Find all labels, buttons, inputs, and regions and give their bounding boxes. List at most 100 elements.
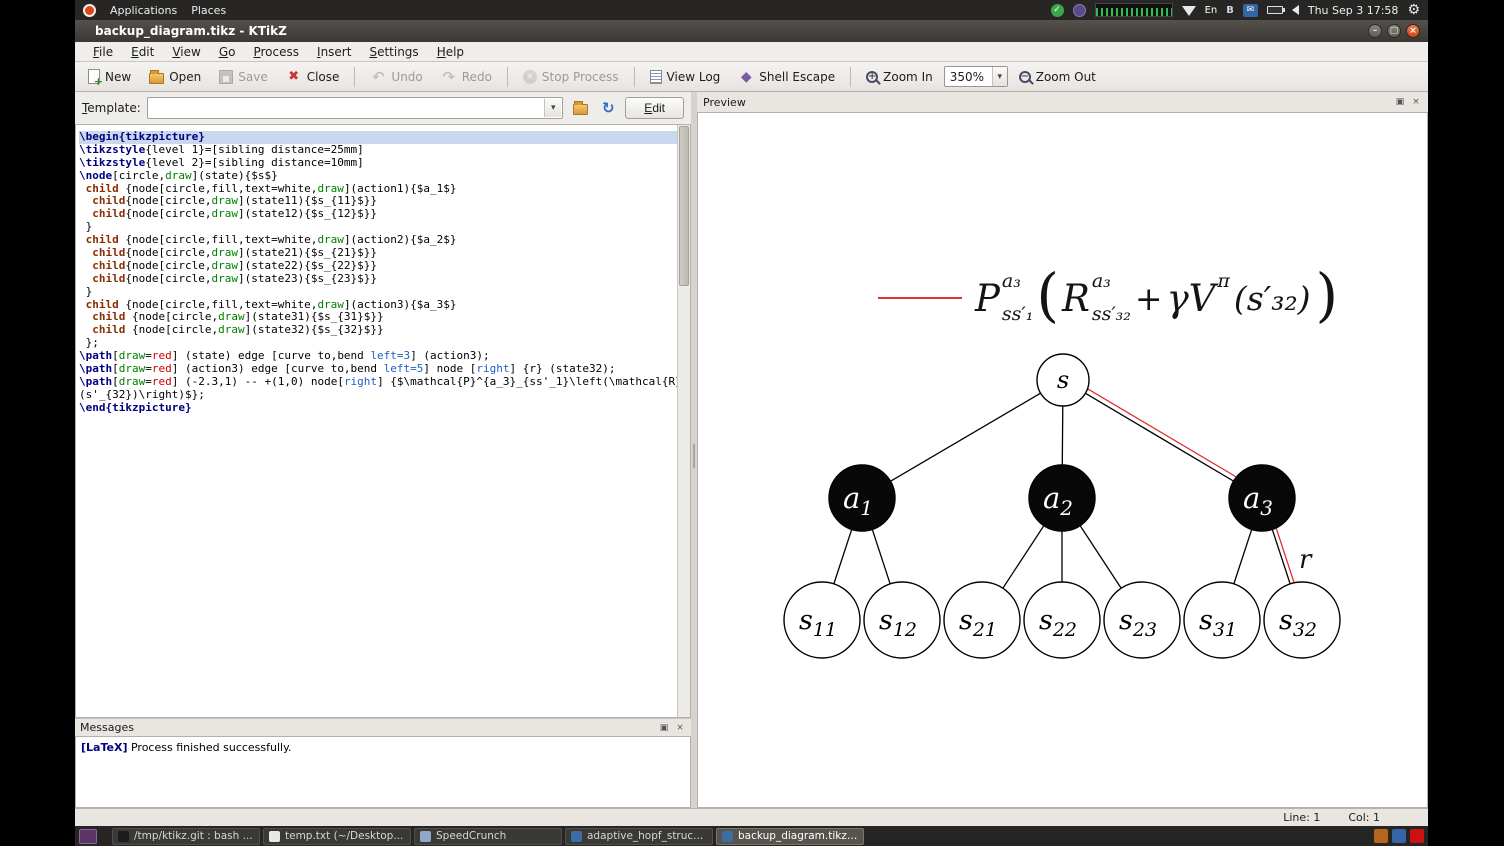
code-editor[interactable]: \begin{tikzpicture} \tikzstyle{level 1}=[… (75, 124, 691, 718)
formula-scripts: π (1217, 272, 1230, 324)
scrollbar-thumb[interactable] (679, 126, 689, 286)
template-combobox[interactable]: ▾ (146, 97, 564, 119)
network-icon[interactable] (1181, 6, 1196, 16)
minimize-button[interactable]: – (1368, 24, 1382, 38)
code-area[interactable]: \begin{tikzpicture} \tikzstyle{level 1}=[… (76, 125, 690, 717)
formula-superscript: a₃ (1091, 270, 1111, 292)
code-token: ] (action3) edge [curve to,bend (171, 362, 384, 376)
detach-panel-icon[interactable]: ▣ (1394, 96, 1406, 108)
code-token: draw (211, 271, 238, 285)
toolbar-button-label: View Log (666, 69, 721, 84)
close-button[interactable]: ✖ Close (279, 66, 347, 88)
chevron-down-icon[interactable]: ▾ (544, 99, 562, 117)
undo-button[interactable]: ↶ Undo (363, 66, 429, 88)
code-token: {level 1}=[sibling distance=25mm] (145, 142, 364, 156)
code-token: {node[circle, (125, 310, 219, 324)
template-edit-button[interactable]: Edit (625, 97, 684, 119)
menu-file[interactable]: File (85, 44, 121, 60)
update-status-icon[interactable]: ✓ (1050, 3, 1064, 17)
clock[interactable]: Thu Sep 3 17:58 (1308, 4, 1399, 17)
code-token: right (343, 374, 378, 388)
template-reload-button[interactable]: ↻ (597, 97, 619, 119)
stop-process-button[interactable]: ✕ Stop Process (516, 67, 626, 87)
code-token: child (92, 323, 126, 337)
formula-base: R (1061, 276, 1090, 320)
taskbar-window-button[interactable]: SpeedCrunch (414, 827, 562, 845)
code-token: draw (118, 362, 146, 376)
code-token: {level 2}=[sibling distance=10mm] (145, 155, 364, 169)
code-token: draw (317, 233, 344, 247)
menu-process[interactable]: Process (245, 44, 307, 60)
mail-icon[interactable]: ✉ (1242, 3, 1258, 17)
toolbar-button-label: Zoom Out (1035, 69, 1096, 84)
close-panel-icon[interactable]: × (1410, 96, 1422, 108)
maximize-button[interactable]: □ (1387, 24, 1401, 38)
menu-view[interactable]: View (164, 44, 208, 60)
taskbar-window-button[interactable]: backup_diagram.tikz ... (716, 827, 864, 845)
places-menu[interactable]: Places (191, 4, 226, 17)
tray-icon-2[interactable] (1392, 829, 1406, 843)
zoom-level-value: 350% (949, 69, 985, 84)
code-token: ](state32){$s_{32}$}} (244, 323, 384, 337)
tray-icon-1[interactable] (1374, 829, 1388, 843)
distributor-logo-icon[interactable] (83, 3, 96, 17)
zoom-level-combobox[interactable]: 350% ▾ (943, 66, 1008, 87)
detach-panel-icon[interactable]: ▣ (658, 722, 670, 734)
formula-term: Pa₃ ss′₁ (975, 272, 1033, 324)
new-icon (88, 69, 103, 88)
close-window-button[interactable]: × (1406, 24, 1420, 38)
shell-escape-button[interactable]: ◆ Shell Escape (731, 66, 842, 88)
taskbar-launcher-icon[interactable] (79, 828, 97, 844)
menu-settings[interactable]: Settings (361, 44, 426, 60)
taskbar-window-button[interactable]: temp.txt (~/Desktop... (263, 827, 411, 845)
applications-menu[interactable]: Applications (110, 4, 177, 17)
bluetooth-icon[interactable]: B (1226, 5, 1234, 16)
menu-insert[interactable]: Insert (309, 44, 359, 60)
red-edge-s-a3 (1065, 375, 1266, 495)
code-token: child (92, 310, 126, 324)
volume-icon[interactable] (1291, 5, 1299, 15)
code-token: ] (-2.3,1) -- +(1,0) node[ (171, 374, 344, 388)
chevron-down-icon[interactable]: ▾ (991, 67, 1007, 86)
code-token: \path (79, 349, 113, 363)
window-titlebar[interactable]: backup_diagram.tikz - KTikZ – □ × (75, 20, 1428, 42)
template-row: Template: ▾ ↻ Edit (75, 92, 691, 124)
taskbar-items: /tmp/ktikz.git : bash ... temp.txt (~/Des… (112, 827, 864, 845)
new-button[interactable]: New (81, 66, 138, 88)
taskbar-window-button[interactable]: /tmp/ktikz.git : bash ... (112, 827, 260, 845)
system-monitor-graph[interactable] (1094, 3, 1173, 17)
close-panel-icon[interactable]: × (674, 722, 686, 734)
keyboard-layout-indicator[interactable]: En (1205, 5, 1218, 16)
menu-go[interactable]: Go (211, 44, 244, 60)
code-token: draw (211, 194, 238, 208)
zoom-in-button[interactable]: + Zoom In (859, 67, 940, 87)
menu-edit[interactable]: Edit (123, 44, 162, 60)
editor-scrollbar[interactable] (677, 125, 690, 717)
formula-term: γV π (1167, 272, 1230, 324)
session-gear-icon[interactable]: ⚙ (1407, 2, 1420, 18)
view-log-button[interactable]: View Log (643, 67, 728, 87)
battery-icon[interactable] (1266, 6, 1285, 14)
redo-button[interactable]: ↷ Redo (434, 66, 499, 88)
toolbar-button-label: Open (169, 69, 202, 84)
toolbar-button-label: Save (238, 69, 268, 84)
template-open-button[interactable] (569, 97, 591, 119)
indicator-applet-icon[interactable] (1072, 3, 1086, 17)
open-button[interactable]: Open (142, 67, 208, 87)
save-button[interactable]: Save (212, 67, 274, 87)
latex-formula: Pa₃ ss′₁(Ra₃ ss′₃₂ + γV π (s′₃₂)) (878, 261, 1340, 335)
preview-canvas: Pa₃ ss′₁(Ra₃ ss′₃₂ + γV π (s′₃₂)) s a1 a2 a3 s11 s1… (697, 112, 1428, 808)
code-token: ] node [ (423, 362, 477, 376)
stop-icon: ✕ (522, 69, 537, 84)
code-token: [ (112, 374, 119, 388)
preview-title: Preview (703, 95, 746, 109)
code-token: ](state21){$s_{21}$}} (237, 246, 378, 260)
menu-help[interactable]: Help (429, 44, 472, 60)
taskbar-window-button[interactable]: adaptive_hopf_struc... (565, 827, 713, 845)
code-token: \begin{tikzpicture} (79, 130, 205, 143)
zoom-out-button[interactable]: − Zoom Out (1012, 67, 1103, 87)
code-token: draw (317, 181, 344, 195)
tray-icon-3[interactable] (1410, 829, 1424, 843)
